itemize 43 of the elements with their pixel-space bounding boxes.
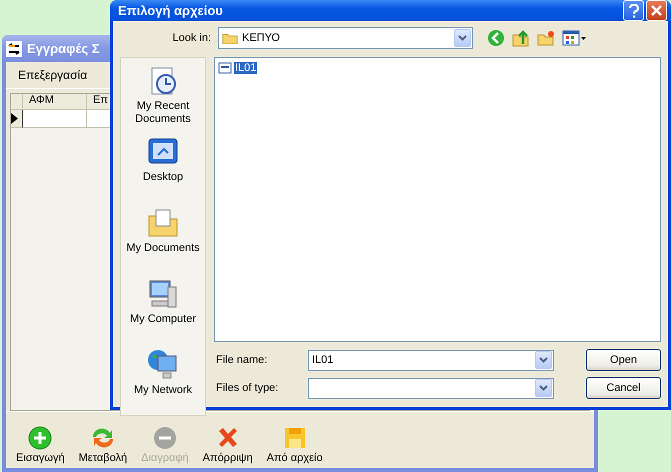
menu-item[interactable]: Επεξεργασία xyxy=(14,66,92,84)
file-icon xyxy=(218,61,232,75)
file-name-label: File name: xyxy=(215,354,268,366)
new-folder-button[interactable] xyxy=(537,30,555,46)
toolbar-button[interactable]: Μεταβολή xyxy=(74,426,132,464)
plus-icon xyxy=(28,426,52,450)
toolbar-button[interactable]: Από αρχείο xyxy=(262,426,327,464)
folder-up-arrow-icon xyxy=(512,29,530,47)
look-in-label: Look in: xyxy=(171,32,212,44)
up-folder-button[interactable] xyxy=(512,29,530,47)
new-folder-icon xyxy=(537,30,555,46)
view-menu-button[interactable] xyxy=(562,30,586,46)
dropdown-button[interactable] xyxy=(454,29,471,47)
table-cell[interactable] xyxy=(23,110,87,128)
close-button[interactable] xyxy=(646,0,667,21)
places-item[interactable]: My Network xyxy=(121,348,205,415)
file-type-dropdown[interactable] xyxy=(308,378,554,398)
places-item[interactable]: My Recent Documents xyxy=(121,64,205,131)
toolbar-button[interactable]: Απόρριψη xyxy=(198,426,257,464)
open-button[interactable]: Open xyxy=(586,349,661,371)
cancel-button[interactable]: Cancel xyxy=(586,377,661,399)
help-button[interactable] xyxy=(623,0,644,21)
question-mark-icon xyxy=(628,4,638,18)
file-name: IL01 xyxy=(234,62,258,74)
dialog-title: Επιλογή αρχείου xyxy=(118,3,224,18)
file-type-label: Files of type: xyxy=(215,382,280,394)
window-title: Εγγραφές Σ xyxy=(27,41,100,56)
close-icon xyxy=(651,5,662,16)
column-header[interactable]: ΑΦΜ xyxy=(23,94,87,110)
places-item[interactable]: Desktop xyxy=(121,135,205,202)
back-button[interactable] xyxy=(487,29,505,47)
look-in-dropdown[interactable]: ΚΕΠΥΟ xyxy=(218,27,473,49)
swap-arrows-icon xyxy=(6,40,22,56)
toolbar-button[interactable]: Εισαγωγή xyxy=(12,426,69,464)
dropdown-button[interactable] xyxy=(535,351,552,369)
places-item[interactable]: My Computer xyxy=(121,277,205,344)
dropdown-button[interactable] xyxy=(535,379,552,397)
file-name-field[interactable]: IL01 xyxy=(308,350,554,370)
minus-icon xyxy=(152,426,177,450)
folder-icon xyxy=(222,32,238,44)
view-grid-icon xyxy=(562,30,586,46)
file-item[interactable]: IL01 xyxy=(218,61,258,75)
places-item[interactable]: My Documents xyxy=(121,206,205,273)
